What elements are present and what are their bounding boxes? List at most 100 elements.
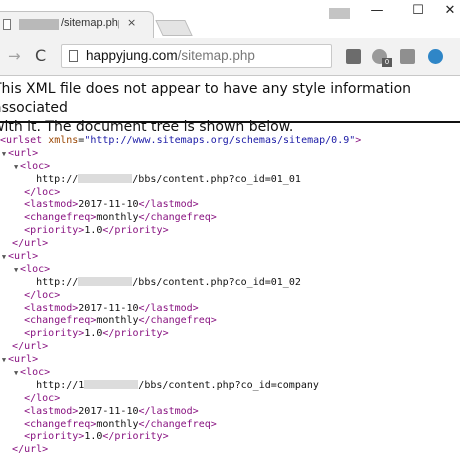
collapse-toggle-icon[interactable]: ▼ bbox=[12, 367, 20, 380]
redacted-domain bbox=[19, 19, 59, 30]
close-window-icon[interactable]: ✕ bbox=[440, 3, 460, 18]
xml-changefreq: <changefreq>monthly</changefreq> bbox=[0, 212, 460, 225]
xml-tag: <loc> bbox=[20, 367, 51, 379]
redacted-domain bbox=[78, 173, 133, 183]
tab-title: /sitemap.php bbox=[61, 17, 119, 29]
xml-attr-value: "http://www.sitemaps.org/schemas/sitemap… bbox=[84, 135, 356, 146]
xml-tag: </url> bbox=[12, 238, 49, 250]
xml-priority: <priority>1.0</priority> bbox=[0, 328, 460, 341]
xml-tag: <changefreq> bbox=[24, 212, 97, 224]
profile-badge[interactable] bbox=[329, 8, 350, 19]
xml-tag: <priority> bbox=[24, 225, 85, 237]
xml-tag: </loc> bbox=[24, 392, 61, 404]
maximize-icon[interactable]: ☐ bbox=[408, 3, 428, 18]
xml-tag: <url> bbox=[8, 147, 39, 159]
xml-loc-value: http://1/bbs/content.php?co_id=company bbox=[0, 379, 460, 393]
xml-tag: </loc> bbox=[24, 186, 61, 198]
xml-tag: <lastmod> bbox=[24, 405, 79, 417]
xml-url-open: ▼ <url> bbox=[0, 148, 460, 161]
reader-icon[interactable] bbox=[400, 49, 415, 64]
xml-url-close: </url> bbox=[0, 238, 460, 251]
xml-tag: <changefreq> bbox=[24, 315, 97, 327]
collapse-toggle-icon[interactable]: ▼ bbox=[12, 264, 20, 277]
xml-tag: <lastmod> bbox=[24, 199, 79, 211]
xml-tag: </lastmod> bbox=[138, 302, 199, 314]
xml-priority: <priority>1.0</priority> bbox=[0, 225, 460, 238]
xml-info-message: This XML file does not appear to have an… bbox=[0, 80, 460, 137]
xml-tag: </lastmod> bbox=[138, 405, 199, 417]
sync-icon[interactable] bbox=[428, 49, 443, 64]
xml-url-open: ▼ <url> bbox=[0, 251, 460, 264]
xml-tree: <urlset xmlns="http://www.sitemaps.org/s… bbox=[0, 135, 460, 457]
address-bar[interactable]: happyjung.com/sitemap.php bbox=[61, 44, 332, 68]
lastmod-value: 2017-11-10 bbox=[78, 405, 139, 417]
browser-tab[interactable]: /sitemap.php × bbox=[0, 11, 154, 38]
xml-tag: <url> bbox=[8, 251, 39, 263]
xml-tag: <lastmod> bbox=[24, 302, 79, 314]
url-text[interactable]: happyjung.com/sitemap.php bbox=[86, 48, 255, 63]
divider bbox=[0, 121, 460, 123]
chart-icon[interactable] bbox=[346, 49, 361, 64]
minimize-icon[interactable]: — bbox=[367, 3, 387, 18]
lastmod-value: 2017-11-10 bbox=[78, 199, 139, 211]
xml-loc-open: ▼ <loc> bbox=[0, 161, 460, 174]
xml-lastmod: <lastmod>2017-11-10</lastmod> bbox=[0, 199, 460, 212]
xml-loc-value: http:// /bbs/content.php?co_id=01_02 bbox=[0, 276, 460, 290]
xml-tag: </lastmod> bbox=[138, 199, 199, 211]
xml-tag: </priority> bbox=[102, 431, 169, 443]
xml-tag: </changefreq> bbox=[138, 212, 217, 224]
lastmod-value: 2017-11-10 bbox=[78, 302, 139, 314]
loc-prefix: http://1 bbox=[36, 379, 85, 391]
xml-loc-value: http:// /bbs/content.php?co_id=01_01 bbox=[0, 173, 460, 187]
priority-value: 1.0 bbox=[84, 225, 103, 237]
loc-suffix: /bbs/content.php?co_id=01_02 bbox=[132, 276, 301, 288]
xml-tag: > bbox=[355, 135, 362, 146]
reload-icon[interactable]: C bbox=[35, 46, 46, 65]
extension-badge: 0 bbox=[382, 58, 392, 67]
collapse-toggle-icon[interactable]: ▼ bbox=[0, 251, 8, 264]
priority-value: 1.0 bbox=[84, 431, 103, 443]
xml-tag: <url> bbox=[8, 354, 39, 366]
xml-tag: </url> bbox=[12, 341, 49, 353]
changefreq-value: monthly bbox=[96, 212, 139, 224]
xml-loc-close: </loc> bbox=[0, 290, 460, 303]
xml-tag: </priority> bbox=[102, 328, 169, 340]
priority-value: 1.0 bbox=[84, 328, 103, 340]
collapse-toggle-icon[interactable]: ▼ bbox=[0, 148, 8, 161]
xml-url-close: </url> bbox=[0, 444, 460, 457]
changefreq-value: monthly bbox=[96, 315, 139, 327]
xml-tag: </changefreq> bbox=[138, 315, 217, 327]
url-host: happyjung.com bbox=[86, 48, 178, 63]
xml-attr-name: xmlns bbox=[48, 135, 79, 146]
tab-close-icon[interactable]: × bbox=[127, 16, 136, 29]
xml-lastmod: <lastmod>2017-11-10</lastmod> bbox=[0, 406, 460, 419]
page-icon bbox=[69, 50, 78, 62]
browser-toolbar: → C happyjung.com/sitemap.php 0 bbox=[0, 38, 460, 76]
xml-tag: <changefreq> bbox=[24, 418, 97, 430]
xml-tag: <loc> bbox=[20, 263, 51, 275]
xml-changefreq: <changefreq>monthly</changefreq> bbox=[0, 419, 460, 432]
xml-tag: </priority> bbox=[102, 225, 169, 237]
xml-url-open: ▼ <url> bbox=[0, 354, 460, 367]
xml-tag: </loc> bbox=[24, 289, 61, 301]
collapse-toggle-icon[interactable]: ▼ bbox=[12, 161, 20, 174]
loc-suffix: /bbs/content.php?co_id=company bbox=[138, 379, 319, 391]
xml-url-close: </url> bbox=[0, 341, 460, 354]
xml-root-line: <urlset xmlns="http://www.sitemaps.org/s… bbox=[0, 135, 362, 146]
new-tab-button[interactable] bbox=[155, 20, 193, 36]
xml-priority: <priority>1.0</priority> bbox=[0, 431, 460, 444]
xml-loc-open: ▼ <loc> bbox=[0, 367, 460, 380]
xml-loc-open: ▼ <loc> bbox=[0, 264, 460, 277]
forward-arrow-icon[interactable]: → bbox=[8, 47, 21, 65]
xml-tag: </url> bbox=[12, 444, 49, 456]
loc-prefix: http:// bbox=[36, 276, 79, 288]
xml-tag: </changefreq> bbox=[138, 418, 217, 430]
collapse-toggle-icon[interactable]: ▼ bbox=[0, 354, 8, 367]
xml-tag: <priority> bbox=[24, 431, 85, 443]
info-line-1: This XML file does not appear to have an… bbox=[0, 81, 412, 116]
xml-lastmod: <lastmod>2017-11-10</lastmod> bbox=[0, 303, 460, 316]
loc-prefix: http:// bbox=[36, 173, 79, 185]
redacted-domain bbox=[84, 379, 139, 389]
title-bar: /sitemap.php × — ☐ ✕ bbox=[0, 0, 460, 38]
xml-loc-close: </loc> bbox=[0, 187, 460, 200]
